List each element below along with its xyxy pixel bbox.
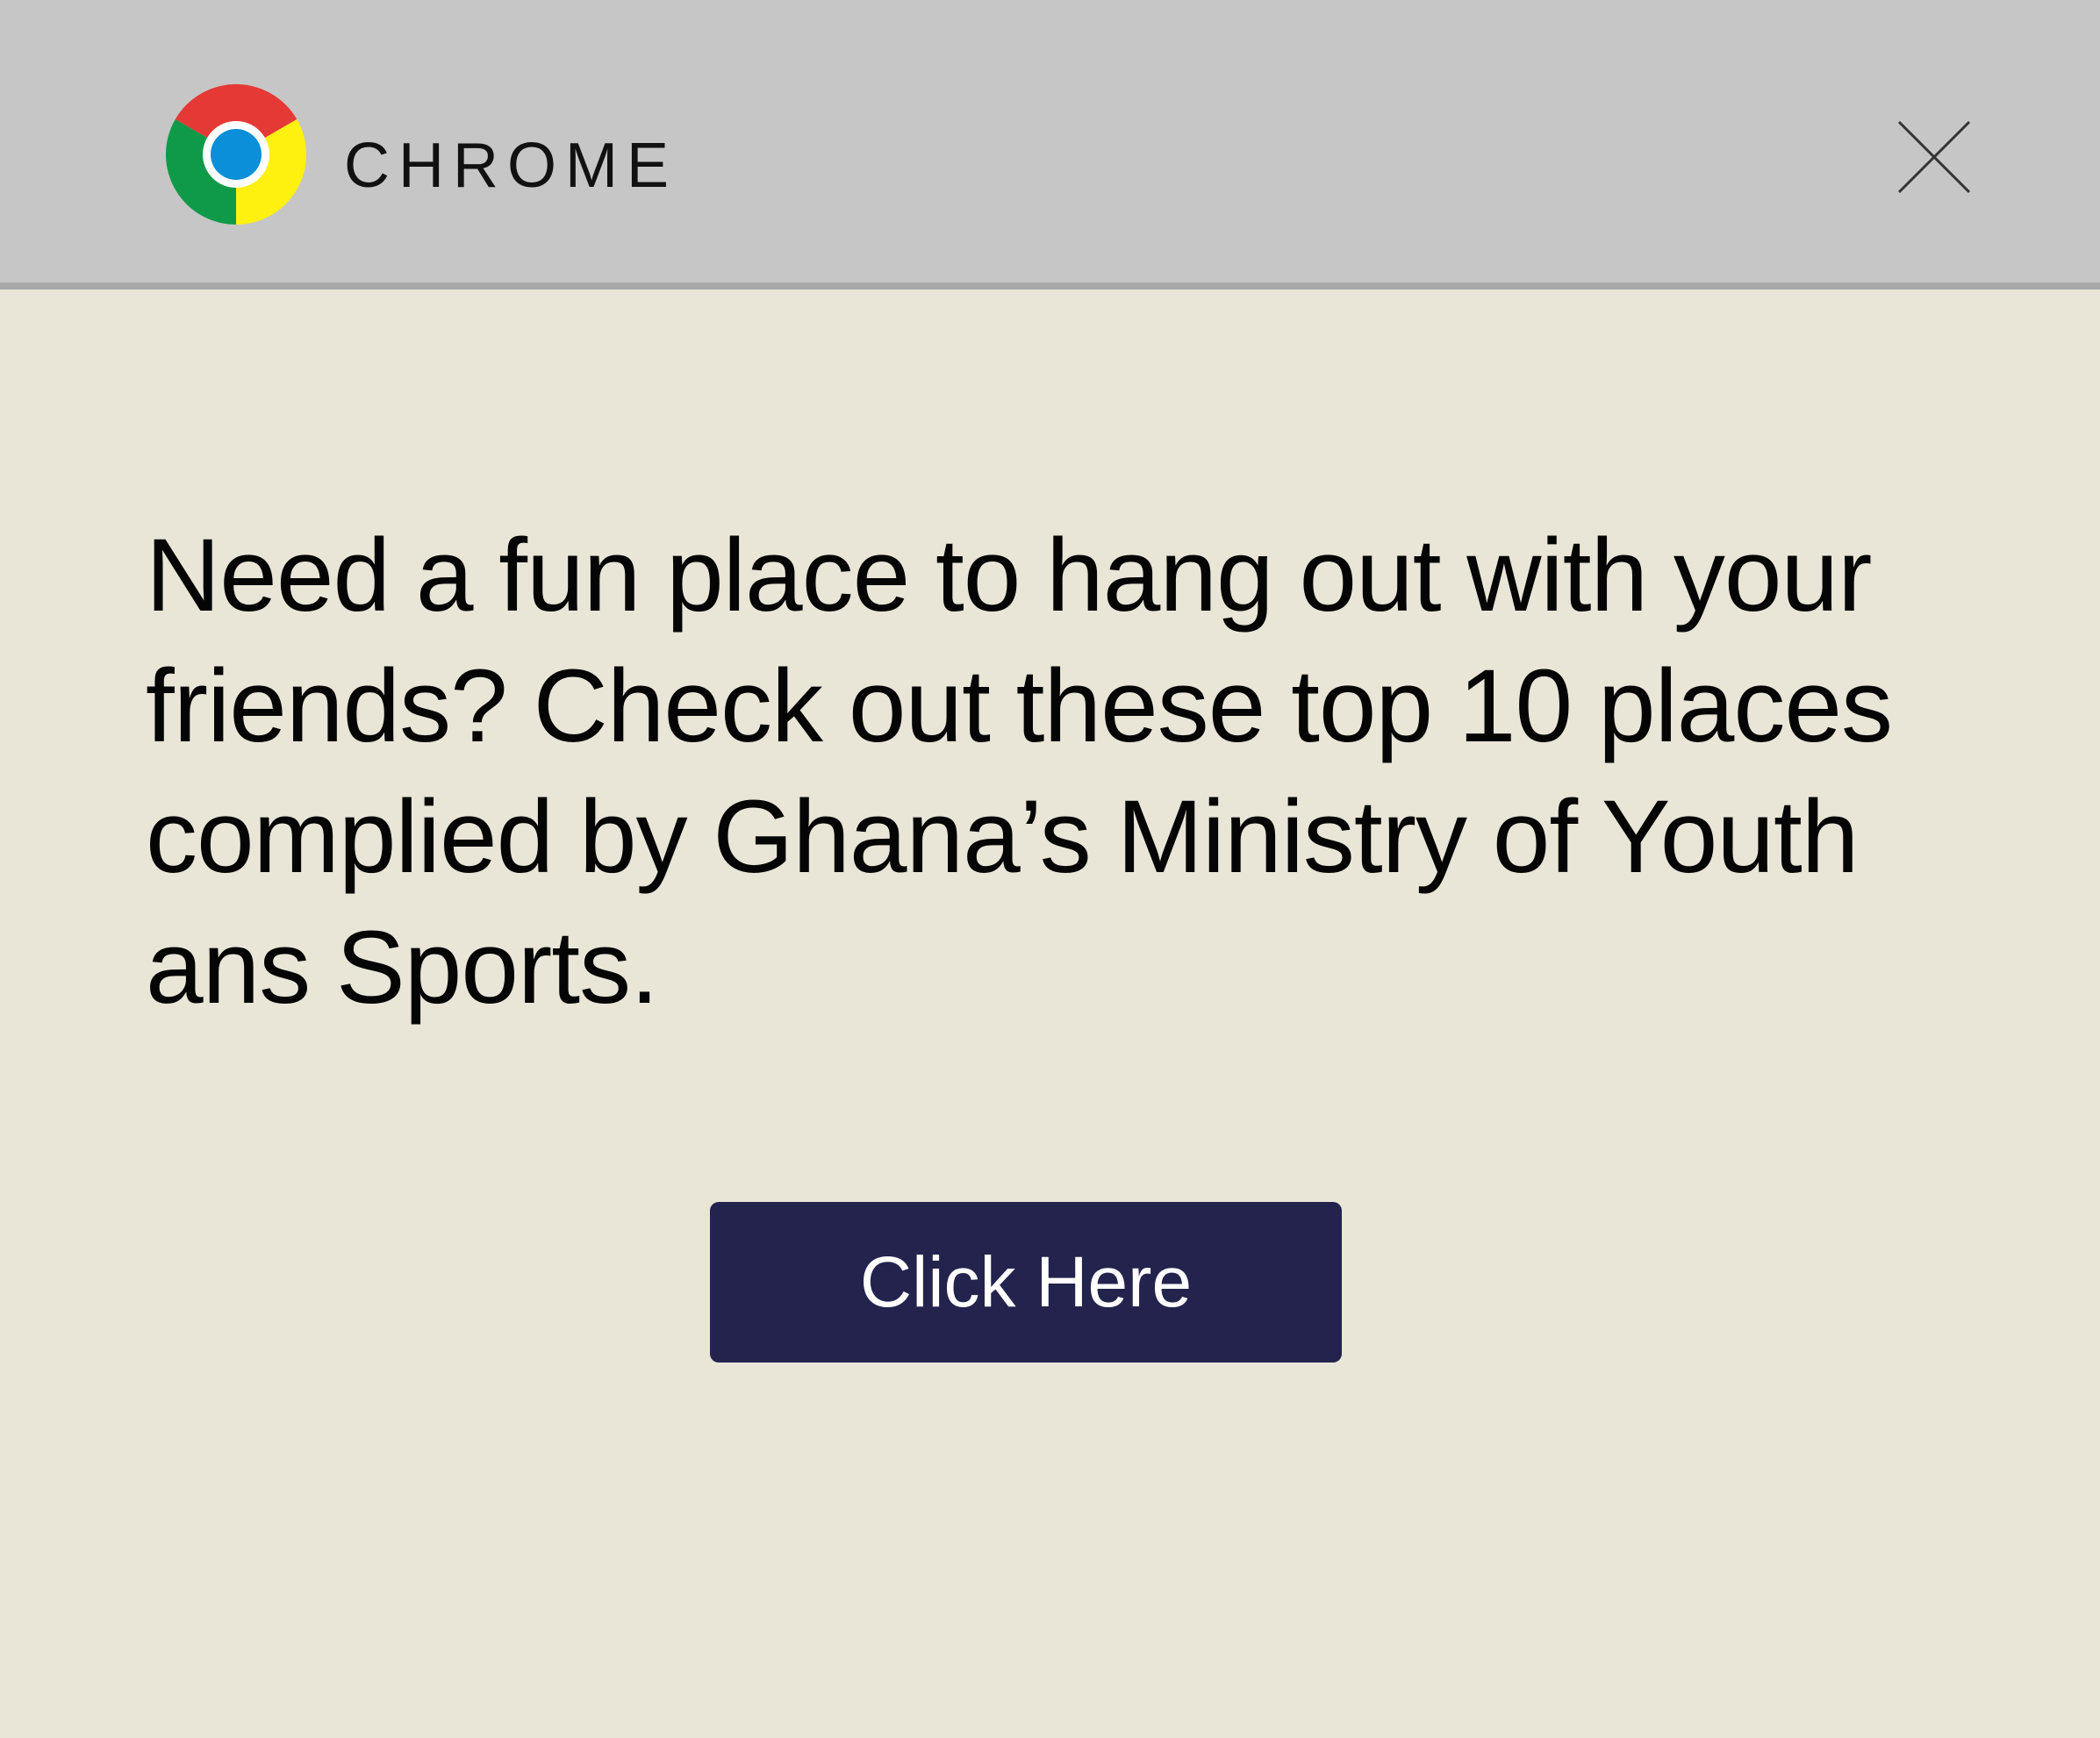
click-here-button[interactable]: Click Here	[710, 1202, 1342, 1363]
popup-window: CHROME Need a fun place to hang out with…	[0, 0, 2100, 1738]
app-title: CHROME	[344, 131, 677, 201]
close-button[interactable]	[1892, 115, 1976, 199]
popup-message: Need a fun place to hang out with your f…	[146, 518, 1893, 1026]
popup-content: Need a fun place to hang out with your f…	[0, 290, 2100, 1738]
close-icon	[1897, 120, 1971, 194]
chrome-logo-icon	[166, 84, 306, 225]
title-bar: CHROME	[0, 0, 2100, 290]
